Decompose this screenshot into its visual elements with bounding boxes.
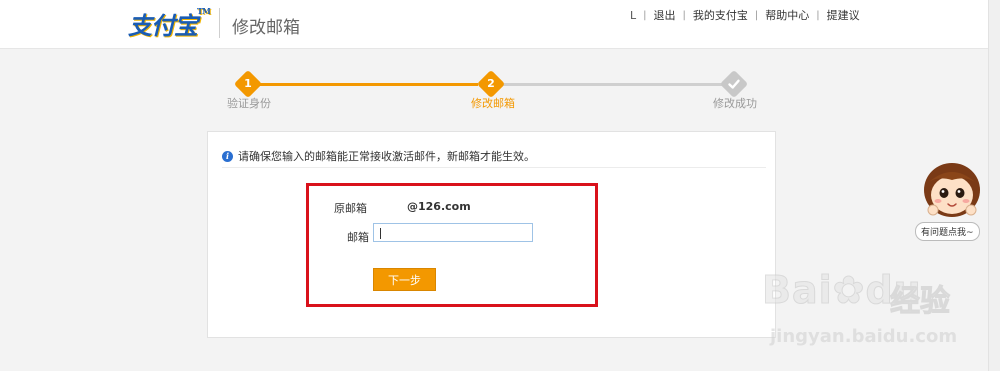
highlight-box: 原邮箱 @126.com 邮箱 下一步: [306, 183, 598, 307]
watermark-logo-text: Bai✿du: [762, 268, 922, 313]
text-caret: [380, 228, 381, 239]
notice-divider: [222, 167, 766, 168]
notice-message: i 请确保您输入的邮箱能正常接收激活邮件，新邮箱才能生效。: [222, 148, 535, 164]
top-nav: L | 退出 | 我的支付宝 | 帮助中心 | 提建议: [630, 7, 867, 23]
form-panel: i 请确保您输入的邮箱能正常接收激活邮件，新邮箱才能生效。 原邮箱 @126.c…: [207, 131, 776, 338]
new-email-input[interactable]: [373, 223, 533, 242]
original-email-value: @126.com: [407, 200, 471, 213]
logo-trademark: TM: [197, 6, 211, 16]
progress-line-done: [256, 83, 478, 86]
alipay-logo[interactable]: 支付宝TM: [128, 6, 211, 40]
progress-line-todo: [500, 83, 722, 86]
next-step-button[interactable]: 下一步: [373, 268, 436, 291]
page-title: 修改邮箱: [232, 18, 300, 38]
help-widget[interactable]: 有问题点我~: [913, 160, 991, 242]
original-email-label: 原邮箱: [334, 202, 367, 215]
nav-help-center[interactable]: 帮助中心: [758, 7, 816, 23]
cartoon-avatar-icon[interactable]: [921, 160, 983, 218]
nav-logout[interactable]: 退出: [647, 7, 683, 23]
nav-my-alipay[interactable]: 我的支付宝: [686, 7, 755, 23]
top-header: 支付宝TM 修改邮箱 L | 退出 | 我的支付宝 | 帮助中心 | 提建议: [0, 0, 988, 49]
step-3-label: 修改成功: [713, 97, 757, 110]
watermark-cn: 经验: [890, 284, 951, 320]
step-1-marker: 1: [233, 69, 263, 99]
watermark-url: jingyan.baidu.com: [770, 326, 958, 347]
step-2-marker: 2: [476, 69, 506, 99]
baidu-jingyan-watermark: Bai✿du 经验 jingyan.baidu.com: [762, 258, 982, 352]
logo-text: 支付宝: [128, 11, 198, 40]
info-icon: i: [222, 150, 233, 162]
title-divider: [219, 8, 220, 38]
help-bubble[interactable]: 有问题点我~: [915, 222, 980, 241]
notice-text: 请确保您输入的邮箱能正常接收激活邮件，新邮箱才能生效。: [238, 150, 535, 163]
step-1-label: 验证身份: [227, 97, 271, 110]
new-email-label: 邮箱: [347, 231, 369, 244]
user-name[interactable]: L: [630, 9, 643, 22]
check-icon: [724, 74, 744, 94]
step-3-marker: [719, 69, 749, 99]
paw-icon: ✿: [832, 268, 866, 313]
step-2-label: 修改邮箱: [471, 97, 515, 110]
nav-feedback[interactable]: 提建议: [820, 7, 867, 23]
